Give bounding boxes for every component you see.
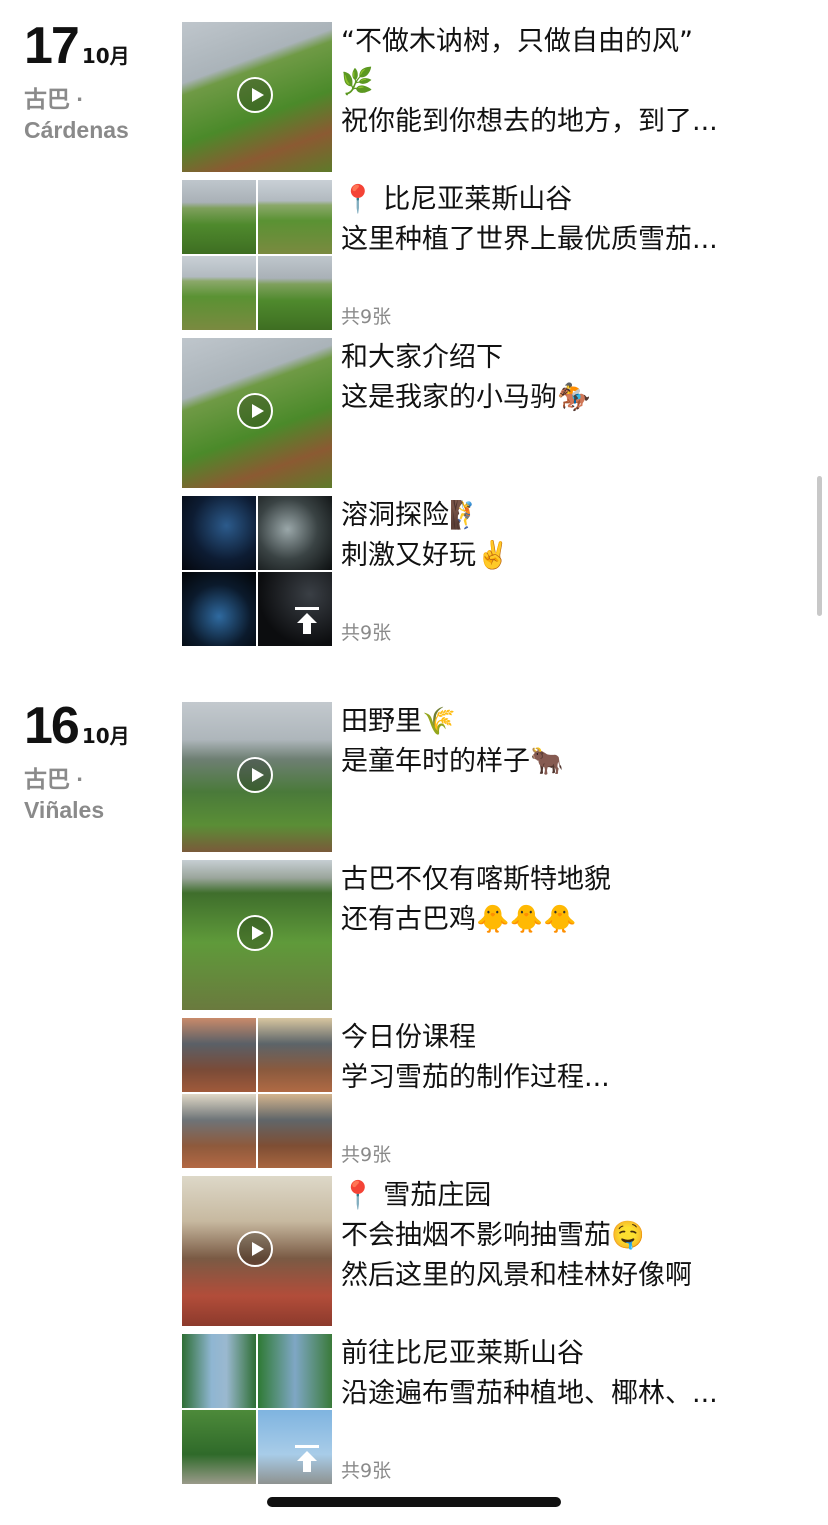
photo-grid[interactable]	[182, 1018, 332, 1168]
caption-line: 是童年时的样子🐂	[341, 746, 564, 777]
play-icon	[237, 915, 273, 951]
post-item[interactable]: 田野里🌾 是童年时的样子🐂	[182, 702, 802, 852]
scrollbar[interactable]	[817, 476, 822, 616]
location-country: 古巴 ·	[24, 86, 85, 112]
photo-thumb	[258, 180, 332, 254]
caption-line: 刺激又好玩✌️	[341, 540, 510, 571]
photo-grid[interactable]	[182, 496, 332, 646]
caption-line: 古巴不仅有喀斯特地貌	[341, 864, 611, 895]
video-thumbnail[interactable]	[182, 22, 332, 172]
photo-thumb	[258, 256, 332, 330]
post-item[interactable]: 📍 雪茄庄园 不会抽烟不影响抽雪茄🤤 然后这里的风景和桂林好像啊	[182, 1176, 802, 1326]
photo-count: 共9张	[341, 622, 392, 644]
moments-album-screen: 17 10月 古巴 · Cárdenas “不做木讷树，只做自由的风” 🌿 祝你…	[0, 0, 828, 1525]
day-number: 16	[24, 697, 80, 755]
play-icon	[237, 77, 273, 113]
day-number: 17	[24, 17, 80, 75]
play-icon	[237, 1231, 273, 1267]
photo-thumb	[182, 180, 256, 254]
photo-grid[interactable]	[182, 180, 332, 330]
post-item[interactable]: 古巴不仅有喀斯特地貌 还有古巴鸡🐥🐥🐥	[182, 860, 802, 1010]
month-label: 10月	[81, 724, 130, 748]
play-icon	[237, 757, 273, 793]
post-caption: 和大家介绍下 这是我家的小马驹🏇	[341, 338, 797, 418]
photo-thumb	[182, 1410, 256, 1484]
video-thumbnail[interactable]	[182, 860, 332, 1010]
caption-line: 沿途遍布雪茄种植地、椰林、...	[341, 1378, 718, 1409]
caption-line: 然后这里的风景和桂林好像啊	[341, 1260, 692, 1291]
date-header-17: 17 10月 古巴 · Cárdenas	[24, 20, 174, 146]
post-caption: 古巴不仅有喀斯特地貌 还有古巴鸡🐥🐥🐥	[341, 860, 797, 940]
photo-thumb	[182, 256, 256, 330]
photo-thumb	[182, 1334, 256, 1408]
location-city: Cárdenas	[24, 117, 129, 143]
photo-thumb	[258, 496, 332, 570]
upload-icon	[295, 607, 319, 634]
caption-line: 不会抽烟不影响抽雪茄🤤	[341, 1220, 645, 1251]
play-icon	[237, 393, 273, 429]
date-header-16: 16 10月 古巴 · Viñales	[24, 700, 174, 826]
caption-line: 田野里🌾	[341, 706, 456, 737]
month-label: 10月	[81, 44, 130, 68]
video-thumbnail[interactable]	[182, 1176, 332, 1326]
post-item[interactable]: 📍 比尼亚莱斯山谷 这里种植了世界上最优质雪茄... 共9张	[182, 180, 802, 330]
caption-line: 学习雪茄的制作过程...	[341, 1062, 610, 1093]
photo-thumb	[182, 496, 256, 570]
post-caption: 今日份课程 学习雪茄的制作过程...	[341, 1018, 797, 1098]
post-item[interactable]: 溶洞探险🧗 刺激又好玩✌️ 共9张	[182, 496, 802, 646]
caption-line: 📍 雪茄庄园	[341, 1180, 492, 1211]
caption-line: 前往比尼亚莱斯山谷	[341, 1338, 584, 1369]
video-thumbnail[interactable]	[182, 338, 332, 488]
post-caption: 溶洞探险🧗 刺激又好玩✌️	[341, 496, 797, 576]
caption-line: 今日份课程	[341, 1022, 476, 1053]
post-caption: 前往比尼亚莱斯山谷 沿途遍布雪茄种植地、椰林、...	[341, 1334, 797, 1414]
photo-thumb	[258, 1094, 332, 1168]
photo-count: 共9张	[341, 1144, 392, 1166]
upload-icon	[295, 1445, 319, 1472]
photo-count: 共9张	[341, 1460, 392, 1482]
location-country: 古巴 ·	[24, 766, 85, 792]
caption-line: 和大家介绍下	[341, 342, 503, 373]
post-item[interactable]: “不做木讷树，只做自由的风” 🌿 祝你能到你想去的地方，到了...	[182, 22, 802, 172]
post-caption: 田野里🌾 是童年时的样子🐂	[341, 702, 797, 782]
home-indicator[interactable]	[267, 1497, 561, 1507]
post-caption: “不做木讷树，只做自由的风” 🌿 祝你能到你想去的地方，到了...	[341, 22, 797, 142]
location-city: Viñales	[24, 797, 105, 823]
photo-thumb	[182, 572, 256, 646]
caption-line: 祝你能到你想去的地方，到了...	[341, 106, 718, 137]
video-thumbnail[interactable]	[182, 702, 332, 852]
caption-line: 🌿	[341, 67, 374, 97]
caption-line: 📍 比尼亚莱斯山谷	[341, 184, 573, 215]
post-item[interactable]: 和大家介绍下 这是我家的小马驹🏇	[182, 338, 802, 488]
photo-thumb	[182, 1018, 256, 1092]
caption-line: 还有古巴鸡🐥🐥🐥	[341, 904, 577, 935]
caption-line: 溶洞探险🧗	[341, 500, 483, 531]
caption-line: “不做木讷树，只做自由的风”	[341, 26, 693, 57]
post-item[interactable]: 今日份课程 学习雪茄的制作过程... 共9张	[182, 1018, 802, 1168]
photo-count: 共9张	[341, 306, 392, 328]
photo-thumb	[258, 1018, 332, 1092]
caption-line: 这里种植了世界上最优质雪茄...	[341, 224, 718, 255]
post-caption: 📍 雪茄庄园 不会抽烟不影响抽雪茄🤤 然后这里的风景和桂林好像啊	[341, 1176, 797, 1296]
photo-thumb	[182, 1094, 256, 1168]
post-item[interactable]: 前往比尼亚莱斯山谷 沿途遍布雪茄种植地、椰林、... 共9张	[182, 1334, 802, 1484]
post-caption: 📍 比尼亚莱斯山谷 这里种植了世界上最优质雪茄...	[341, 180, 797, 260]
photo-thumb	[258, 1334, 332, 1408]
photo-grid[interactable]	[182, 1334, 332, 1484]
caption-line: 这是我家的小马驹🏇	[341, 382, 591, 413]
